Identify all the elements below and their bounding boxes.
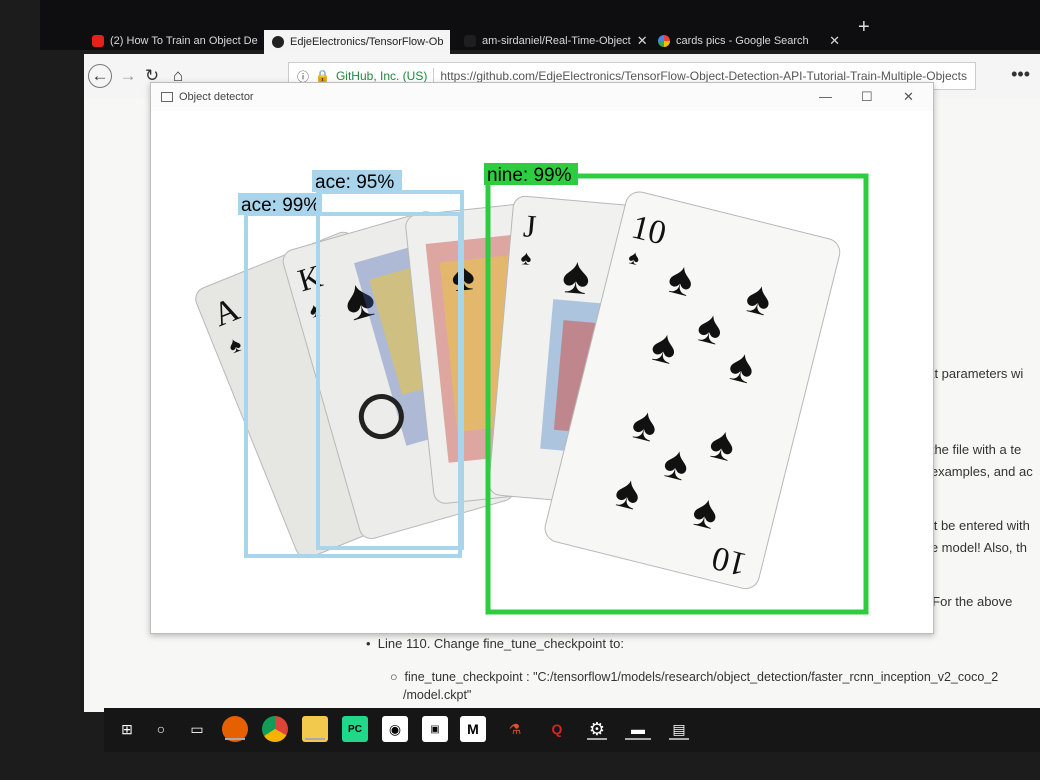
pycharm-icon[interactable]: PC: [342, 716, 368, 742]
readme-text: hat parameters wi: [920, 366, 1024, 381]
detection-label-ace-95: ace: 95%: [315, 172, 394, 193]
app-icon[interactable]: ▣: [422, 716, 448, 742]
app-window-icon: [161, 92, 173, 102]
svg-text:♠: ♠: [560, 246, 593, 306]
minimize-icon[interactable]: —: [819, 89, 832, 104]
chrome-icon[interactable]: [262, 716, 288, 742]
detection-label-nine-99: nine: 99%: [487, 165, 572, 186]
maximize-icon[interactable]: ☐: [861, 89, 873, 105]
tab-label: (2) How To Train an Object De: [110, 35, 258, 47]
github-icon: [272, 36, 284, 48]
forward-arrow-icon[interactable]: →: [116, 64, 140, 88]
readme-text: the model! Also, th: [920, 540, 1027, 555]
windows-start-icon[interactable]: ⊞: [114, 716, 140, 742]
close-icon[interactable]: ✕: [829, 33, 840, 49]
url-text[interactable]: https://github.com/EdjeElectronics/Tenso…: [440, 69, 967, 83]
lock-icon: 🔒: [315, 69, 330, 83]
readme-text: ust be entered with: [920, 518, 1030, 533]
matlab-icon[interactable]: M: [460, 716, 486, 742]
readme-text: n the file with a te: [920, 442, 1022, 457]
page-actions-menu-icon[interactable]: •••: [1011, 64, 1030, 85]
sub-bullet-text: fine_tune_checkpoint : "C:/tensorflow1/m…: [404, 670, 999, 684]
cortana-icon[interactable]: ○: [148, 716, 174, 742]
app-q-icon[interactable]: Q: [544, 716, 570, 742]
detection-canvas: A ♠ K ♠ ♠ ♠ J ♠ ♠ 10 ♠ ♠ ♠ ♠ ♠ ♠ ♠ ♠ ♠ ♠…: [152, 118, 922, 630]
tab-youtube[interactable]: (2) How To Train an Object De ✕: [84, 28, 262, 54]
windows-taskbar: ⊞ ○ ▭ PC ◉ ▣ M ⚗ Q ⚙ ▬ ▤: [104, 708, 1040, 752]
close-icon[interactable]: ✕: [449, 34, 450, 50]
tab-label: cards pics - Google Search: [676, 35, 809, 47]
youtube-icon: [92, 35, 104, 47]
task-view-icon[interactable]: ▭: [184, 716, 210, 742]
github-desktop-icon[interactable]: ◉: [382, 716, 408, 742]
close-icon[interactable]: ✕: [637, 33, 646, 49]
tab-label: EdjeElectronics/TensorFlow-Ob: [290, 36, 444, 48]
tab-label: am-sirdaniel/Real-Time-Object: [482, 35, 631, 47]
tab-github-tensorflow[interactable]: EdjeElectronics/TensorFlow-Ob ✕: [264, 30, 450, 54]
back-arrow-icon[interactable]: ←: [88, 64, 112, 88]
site-identity[interactable]: GitHub, Inc. (US): [336, 69, 427, 83]
tab-github-realtime[interactable]: am-sirdaniel/Real-Time-Object ✕: [456, 28, 646, 54]
app-red-icon[interactable]: ⚗: [502, 716, 528, 742]
circle-bullet-icon: ○: [390, 670, 405, 684]
window-icon[interactable]: ▬: [622, 716, 654, 742]
close-window-icon[interactable]: ✕: [903, 89, 914, 105]
tab-google-search[interactable]: cards pics - Google Search ✕: [650, 28, 848, 54]
sub-bullet-continuation: /model.ckpt": [403, 688, 472, 702]
bullet-item: • Line 110. Change fine_tune_checkpoint …: [366, 636, 624, 651]
detection-label-ace-99: ace: 99%: [241, 195, 320, 216]
window-titlebar[interactable]: Object detector: [151, 83, 933, 111]
window2-icon[interactable]: ▤: [666, 716, 692, 742]
bullet-dot-icon: •: [366, 636, 378, 651]
readme-text: d examples, and ac: [920, 464, 1033, 479]
new-tab-button[interactable]: +: [858, 16, 870, 39]
file-explorer-icon[interactable]: [302, 716, 328, 742]
settings-icon[interactable]: ⚙: [584, 716, 610, 742]
sub-bullet-item: ○ fine_tune_checkpoint : "C:/tensorflow1…: [390, 670, 998, 684]
window-title: Object detector: [179, 91, 254, 103]
bullet-text: Line 110. Change fine_tune_checkpoint to…: [377, 636, 625, 651]
google-icon: [658, 35, 670, 47]
github-icon: [464, 35, 476, 47]
firefox-icon[interactable]: [222, 716, 248, 742]
